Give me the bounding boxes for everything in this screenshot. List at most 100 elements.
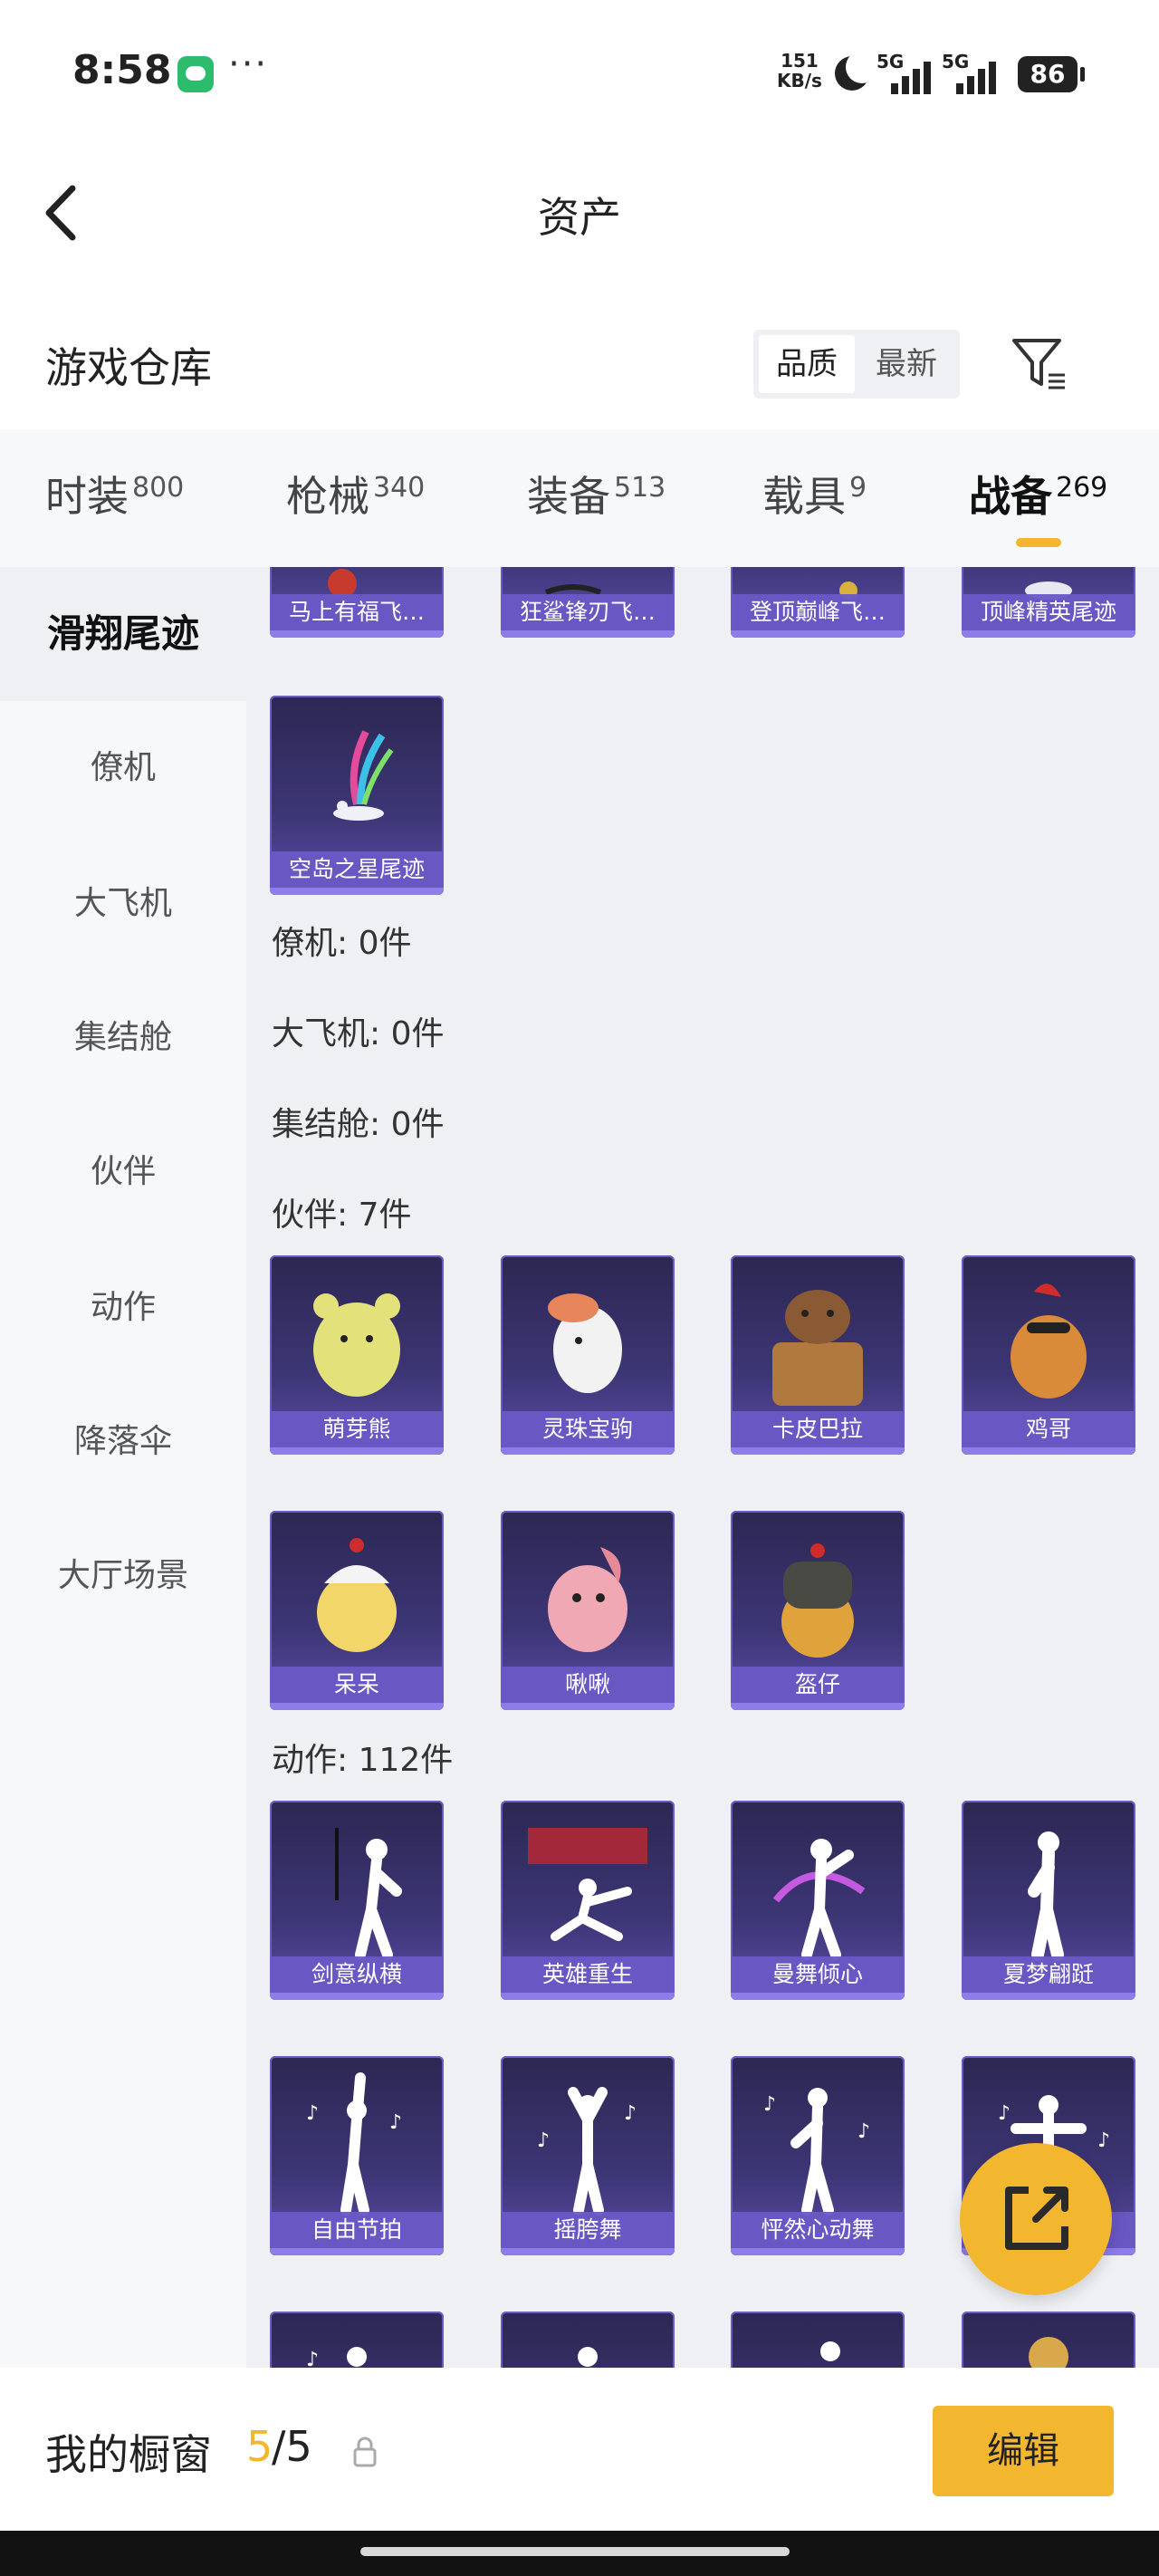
showcase-bar: 我的橱窗 5 /5 编辑 [0,2368,1159,2531]
sort-quality-button[interactable]: 品质 [759,335,855,393]
action-label: 夏梦翩跹 [962,1956,1135,1993]
svg-text:♪: ♪ [857,2120,870,2143]
home-indicator[interactable] [360,2547,790,2556]
sidebar-item-wingman[interactable]: 僚机 [0,701,246,835]
signal-2-label: 5G [942,51,970,72]
signal-1-label: 5G [876,51,905,72]
tab-count: 340 [373,472,426,504]
action-card[interactable]: 剑意纵横 [270,1801,444,2000]
action-thumbnail: ♪♪ [306,2072,402,2216]
item-card[interactable]: 顶峰精英尾迹 [962,567,1135,638]
clock: 8:58 [72,47,172,93]
tab-label: 枪械 [286,472,369,521]
section-action-count: 动作: 112件 [272,1742,454,1779]
item-label: 顶峰精英尾迹 [962,594,1135,630]
tab-label: 战备 [969,472,1052,521]
partner-label: 灵珠宝驹 [501,1411,675,1447]
network-speed-value: 151 [781,50,819,72]
sidebar-item-big-plane[interactable]: 大飞机 [0,837,246,971]
nav-header: 资产 [0,145,1159,281]
svg-text:♪: ♪ [389,2111,402,2134]
action-thumbnail [820,2341,840,2361]
svg-text:♪: ♪ [624,2102,637,2125]
partner-label: 卡皮巴拉 [731,1411,905,1447]
system-nav-bar [0,2531,1159,2576]
action-thumbnail [772,1839,866,1960]
showcase-total: /5 [272,2422,312,2471]
partner-card[interactable]: 萌芽熊 [270,1255,444,1455]
svg-text:♪: ♪ [763,2093,776,2116]
partner-card[interactable]: 鸡哥 [962,1255,1135,1455]
tab-count: 269 [1056,472,1108,504]
action-label: 摇胯舞 [501,2212,675,2248]
tab-label: 载具 [762,472,846,521]
item-label: 马上有福飞… [270,594,444,630]
action-card[interactable]: ♪ ♪ 自由节拍 [270,2056,444,2255]
item-card[interactable]: 马上有福飞… [270,567,444,638]
action-card[interactable]: 曼舞倾心 [731,1801,905,2000]
share-fab-button[interactable] [960,2143,1112,2295]
signal-2-icon: 5G [942,51,996,94]
sort-newest-button[interactable]: 最新 [858,335,954,393]
tab-battle-gear[interactable]: 战备 269 [969,464,1108,547]
showcase-label: 我的橱窗 [45,2430,212,2479]
section-pod-count: 集结舱: 0件 [272,1106,445,1143]
tab-count: 800 [132,472,185,504]
action-thumbnail [335,1828,402,1960]
partner-label: 啾啾 [501,1667,675,1703]
action-card[interactable]: ♪ [270,2312,444,2368]
content-area[interactable]: 滑翔尾迹 僚机 大飞机 集结舱 伙伴 动作 降落伞 大厅场景 马上有福飞… 狂鲨… [0,567,1159,2368]
showcase-count: 5 [246,2422,273,2471]
svg-text:♪: ♪ [537,2129,550,2152]
partner-card[interactable]: 呆呆 [270,1511,444,1710]
edit-button[interactable]: 编辑 [933,2406,1114,2496]
action-card[interactable] [501,2312,675,2368]
tab-label: 装备 [527,472,610,521]
section-wingman-count: 僚机: 0件 [272,925,412,962]
partner-label: 盔仔 [731,1667,905,1703]
wechat-notification-icon [177,56,214,92]
partner-label: 鸡哥 [962,1411,1135,1447]
filter-icon [1012,339,1065,389]
sidebar-item-lobby-scene[interactable]: 大厅场景 [0,1509,246,1643]
item-label: 空岛之星尾迹 [270,851,444,888]
partner-card[interactable]: 盔仔 [731,1511,905,1710]
sidebar-item-glide-trail[interactable]: 滑翔尾迹 [0,567,246,701]
filter-button[interactable] [1011,332,1068,395]
sidebar-item-action[interactable]: 动作 [0,1241,246,1375]
item-thumbnail [333,730,394,821]
partner-thumbnail [548,1293,622,1393]
warehouse-title: 游戏仓库 [45,343,212,392]
tab-equipment[interactable]: 装备 513 [527,464,666,524]
action-card[interactable] [962,2312,1135,2368]
section-partner-count: 伙伴: 7件 [272,1197,412,1234]
sort-toggle: 品质 最新 [753,330,960,399]
action-card[interactable]: ♪ ♪ 怦然心动舞 [731,2056,905,2255]
partner-card[interactable]: 卡皮巴拉 [731,1255,905,1455]
tab-count: 9 [849,472,867,504]
sidebar-item-pod[interactable]: 集结舱 [0,971,246,1105]
sidebar-item-partner[interactable]: 伙伴 [0,1105,246,1239]
action-label: 曼舞倾心 [731,1956,905,1993]
tab-fashion[interactable]: 时装 800 [45,464,184,524]
partner-card[interactable]: 灵珠宝驹 [501,1255,675,1455]
subcategory-sidebar: 滑翔尾迹 僚机 大飞机 集结舱 伙伴 动作 降落伞 大厅场景 [0,567,246,2368]
action-card[interactable] [731,2312,905,2368]
action-card[interactable]: 英雄重生 [501,1801,675,2000]
item-card[interactable]: 狂鲨锋刃飞… [501,567,675,638]
category-tabs: 时装 800 枪械 340 装备 513 载具 9 战备 269 [0,429,1159,567]
svg-text:♪: ♪ [306,2349,319,2368]
action-thumbnail: ♪ [306,2347,367,2368]
action-card[interactable]: ♪ ♪ 摇胯舞 [501,2056,675,2255]
sidebar-item-parachute[interactable]: 降落伞 [0,1375,246,1509]
battery-icon: 86 [1018,56,1085,92]
item-card[interactable]: 登顶巅峰飞… [731,567,905,638]
item-card[interactable]: 空岛之星尾迹 [270,696,444,895]
warehouse-header: 游戏仓库 品质 最新 [0,299,1159,426]
action-thumbnail [1028,1831,1064,1961]
action-card[interactable]: 夏梦翩跹 [962,1801,1135,2000]
tab-guns[interactable]: 枪械 340 [286,464,425,524]
tab-vehicles[interactable]: 载具 9 [762,464,867,524]
partner-card[interactable]: 啾啾 [501,1511,675,1710]
partner-thumbnail [548,1547,627,1652]
